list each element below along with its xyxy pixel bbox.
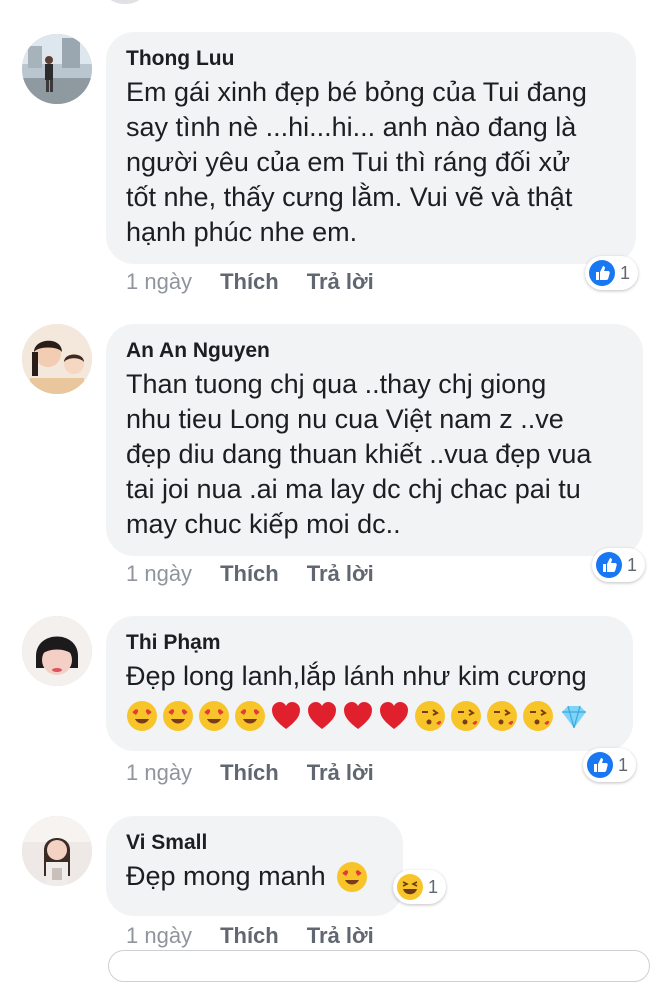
heart-eyes-icon	[199, 701, 229, 731]
comment-text-content: Đẹp mong manh	[126, 861, 326, 891]
comment-time[interactable]: 1 ngày	[126, 923, 192, 948]
comment-text: Than tuong chj qua ..thay chj giong nhu …	[126, 369, 592, 539]
comment-actions: 1 ngày Thích Trả lời	[126, 759, 374, 787]
comment-bubble: An An Nguyen Than tuong chj qua ..thay c…	[106, 324, 643, 556]
reaction-count-badge[interactable]: 1	[583, 748, 637, 782]
avatar[interactable]	[22, 816, 92, 886]
reply-button[interactable]: Trả lời	[307, 269, 374, 294]
heart-eyes-icon	[336, 861, 367, 892]
comment-time[interactable]: 1 ngày	[126, 269, 192, 294]
heart-icon	[308, 702, 336, 729]
like-button[interactable]: Thích	[220, 760, 279, 785]
reaction-count: 1	[620, 262, 631, 283]
reaction-count: 1	[428, 876, 439, 897]
reply-button[interactable]: Trả lời	[307, 760, 374, 785]
diamond-icon	[562, 705, 586, 729]
reaction-count-badge[interactable]: 1	[585, 256, 639, 290]
comment-text: Đẹp mong manh	[126, 859, 383, 894]
kiss-icon	[523, 701, 553, 731]
kiss-icon	[451, 701, 481, 731]
kiss-icon	[415, 701, 445, 731]
like-button[interactable]: Thích	[220, 561, 279, 586]
heart-icon	[380, 702, 408, 729]
comment-bubble: Thong Luu Em gái xinh đẹp bé bỏng của Tu…	[106, 32, 636, 264]
like-icon	[589, 260, 615, 286]
reply-button[interactable]: Trả lời	[307, 923, 374, 948]
like-icon	[596, 552, 622, 578]
comment-bubble: Thi Phạm Đẹp long lanh,lắp lánh như kim …	[106, 616, 633, 751]
comment-author[interactable]: Vi Small	[126, 830, 383, 856]
comment-author[interactable]: Thi Phạm	[126, 630, 613, 656]
avatar[interactable]	[22, 34, 92, 104]
comment-actions: 1 ngày Thích Trả lời	[126, 268, 374, 296]
comment-time[interactable]: 1 ngày	[126, 760, 192, 785]
reply-button[interactable]: Trả lời	[307, 561, 374, 586]
comment-text: Em gái xinh đẹp bé bỏng của Tui đang say…	[126, 77, 587, 247]
heart-eyes-icon	[127, 701, 157, 731]
comment-author[interactable]: Thong Luu	[126, 46, 616, 72]
heart-icon	[272, 702, 300, 729]
reaction-count: 1	[627, 554, 638, 575]
like-icon	[587, 752, 613, 778]
reaction-count-badge[interactable]: 1	[592, 548, 646, 582]
comment-actions: 1 ngày Thích Trả lời	[126, 922, 374, 950]
heart-eyes-icon	[235, 701, 265, 731]
comment-author[interactable]: An An Nguyen	[126, 338, 623, 364]
comment-time[interactable]: 1 ngày	[126, 561, 192, 586]
like-button[interactable]: Thích	[220, 923, 279, 948]
avatar[interactable]	[22, 324, 92, 394]
reaction-count-badge[interactable]: 1	[393, 870, 447, 904]
comment-text: Đẹp long lanh,lắp lánh như kim cương	[126, 661, 587, 691]
write-comment-input[interactable]	[108, 950, 650, 982]
emoji-row	[126, 700, 613, 732]
avatar[interactable]	[22, 616, 92, 686]
comment-bubble: Vi Small Đẹp mong manh	[106, 816, 403, 916]
kiss-icon	[487, 701, 517, 731]
haha-icon	[397, 874, 423, 900]
comment-actions: 1 ngày Thích Trả lời	[126, 560, 374, 588]
reaction-count: 1	[618, 754, 629, 775]
previous-avatar-partial	[108, 0, 142, 4]
heart-eyes-icon	[163, 701, 193, 731]
like-button[interactable]: Thích	[220, 269, 279, 294]
heart-icon	[344, 702, 372, 729]
